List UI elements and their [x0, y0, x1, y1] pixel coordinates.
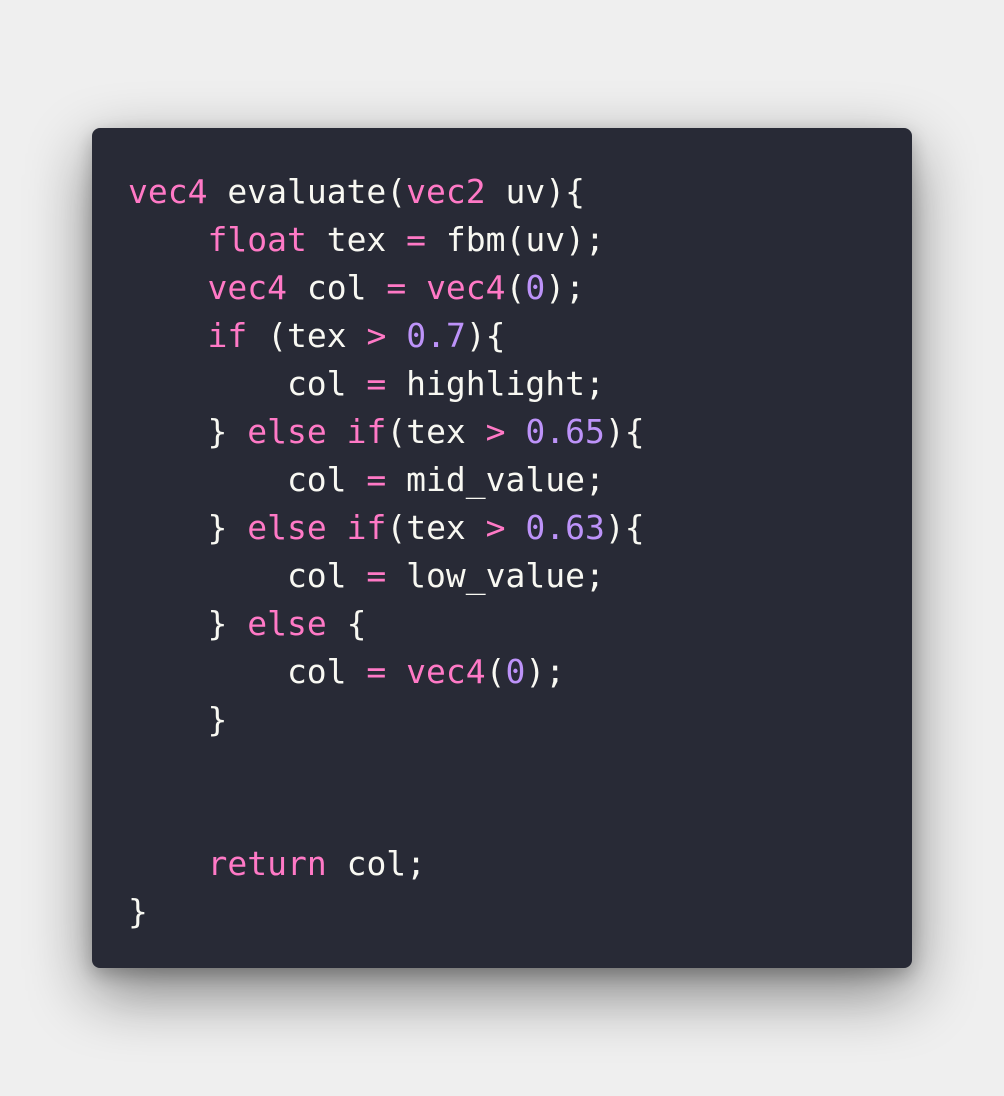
code-token-text: } [128, 892, 148, 931]
code-token-keyword: vec2 [406, 172, 486, 211]
code-token-text: evaluate( [207, 172, 407, 211]
code-token-text: col [128, 556, 367, 595]
code-token-keyword: else [247, 508, 327, 547]
code-token-keyword: > [485, 412, 506, 451]
code-token-text: ){ [604, 412, 645, 451]
code-line: } [128, 888, 876, 936]
code-block: vec4 evaluate(vec2 uv){ float tex = fbm(… [128, 168, 876, 936]
code-token-number: 0.7 [406, 316, 466, 355]
code-token-keyword: = [386, 268, 407, 307]
code-token-keyword: = [366, 364, 387, 403]
code-token-text: } [128, 412, 248, 451]
code-token-keyword: if [346, 412, 387, 451]
code-token-text: ){ [604, 508, 645, 547]
code-token-keyword: vec4 [128, 172, 208, 211]
code-token-number: 0 [505, 652, 526, 691]
code-token-text: (tex [247, 316, 367, 355]
code-line: col = mid_value; [128, 456, 876, 504]
code-line: col = low_value; [128, 552, 876, 600]
code-token-text: mid_value; [386, 460, 605, 499]
code-token-keyword: float [207, 220, 307, 259]
code-token-text: col; [326, 844, 427, 883]
code-token-text: { [326, 604, 367, 643]
code-line: if (tex > 0.7){ [128, 312, 876, 360]
code-token-text: ){ [465, 316, 506, 355]
code-token-keyword: vec4 [207, 268, 287, 307]
code-card: vec4 evaluate(vec2 uv){ float tex = fbm(… [92, 128, 912, 968]
code-token-keyword: else [247, 412, 327, 451]
code-line: } else if(tex > 0.63){ [128, 504, 876, 552]
code-token-text: } [128, 508, 248, 547]
code-token-keyword: > [366, 316, 387, 355]
code-token-text: col [128, 652, 367, 691]
code-token-keyword: vec4 [406, 652, 486, 691]
code-token-keyword: = [366, 652, 387, 691]
code-token-keyword: if [346, 508, 387, 547]
code-token-text: fbm(uv); [426, 220, 605, 259]
code-line: } [128, 696, 876, 744]
code-token-keyword: > [485, 508, 506, 547]
code-token-text: (tex [386, 412, 486, 451]
code-line: vec4 evaluate(vec2 uv){ [128, 168, 876, 216]
code-token-keyword: = [366, 556, 387, 595]
code-line: float tex = fbm(uv); [128, 216, 876, 264]
code-token-keyword: = [406, 220, 427, 259]
code-token-number: 0.65 [525, 412, 605, 451]
code-token-text: uv){ [485, 172, 585, 211]
code-token-text: col [128, 460, 367, 499]
code-token-number: 0 [525, 268, 546, 307]
code-token-text: ); [545, 268, 586, 307]
code-line: return col; [128, 840, 876, 888]
code-token-text: ( [505, 268, 526, 307]
code-line: vec4 col = vec4(0); [128, 264, 876, 312]
code-token-text: highlight; [386, 364, 605, 403]
code-token-text: col [128, 364, 367, 403]
code-token-keyword: if [207, 316, 248, 355]
code-token-text: col [286, 268, 387, 307]
code-token-text: } [128, 604, 248, 643]
code-token-keyword: vec4 [426, 268, 506, 307]
code-token-keyword: return [207, 844, 327, 883]
code-line: col = highlight; [128, 360, 876, 408]
code-token-text: tex [306, 220, 407, 259]
code-token-text: low_value; [386, 556, 605, 595]
code-line: col = vec4(0); [128, 648, 876, 696]
code-token-text: (tex [386, 508, 486, 547]
code-token-text: ); [525, 652, 566, 691]
code-token-text: ( [485, 652, 506, 691]
code-token-keyword: else [247, 604, 327, 643]
code-token-text: } [128, 700, 228, 739]
code-line: } else if(tex > 0.65){ [128, 408, 876, 456]
code-line: } else { [128, 600, 876, 648]
code-token-number: 0.63 [525, 508, 605, 547]
code-token-keyword: = [366, 460, 387, 499]
